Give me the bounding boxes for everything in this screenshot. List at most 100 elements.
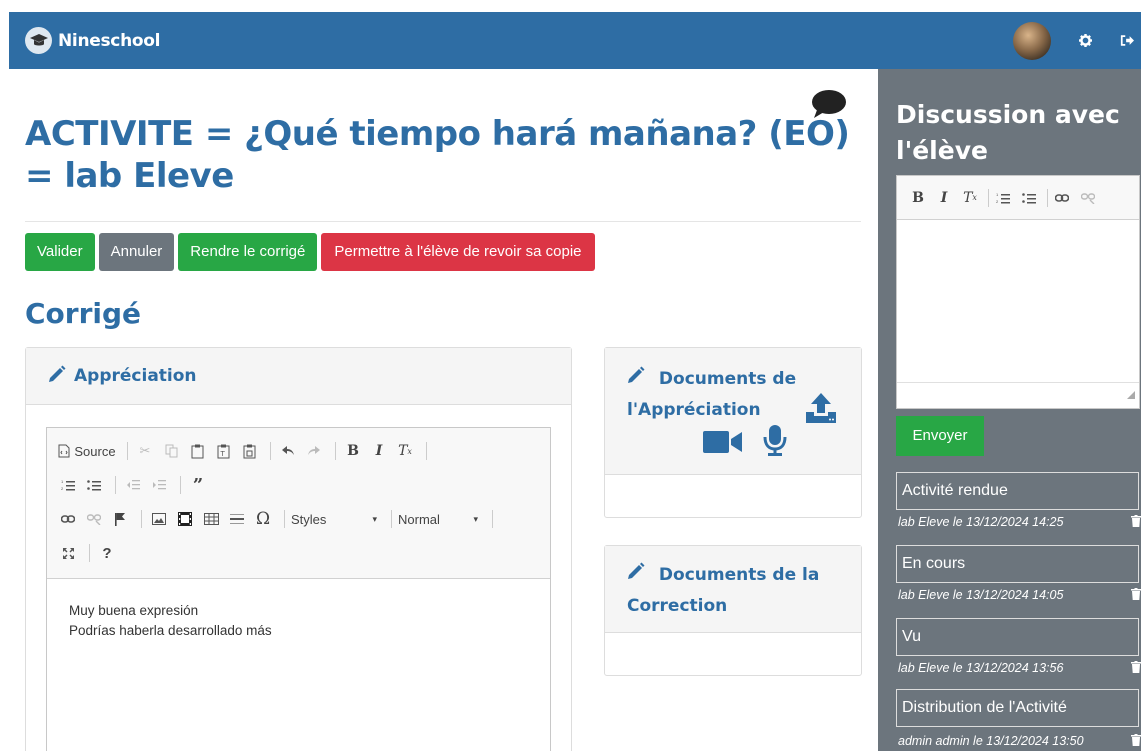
toolbar-separator	[180, 476, 181, 494]
correction-documents-card: Documents de la Correction	[604, 545, 862, 676]
upload-icon[interactable]	[805, 392, 837, 435]
trash-icon[interactable]	[1131, 661, 1141, 676]
resize-grip-icon[interactable]	[1127, 386, 1135, 404]
toolbar-separator	[141, 510, 142, 528]
editor-toolbar: Source ✂ T B I T x 1 2 ” Ω Styles ▾ Norm…	[47, 428, 550, 579]
paste-icon[interactable]	[186, 440, 208, 462]
link-icon[interactable]	[1051, 187, 1073, 209]
trash-icon[interactable]	[1131, 588, 1141, 603]
avatar[interactable]	[1013, 21, 1051, 60]
history-entry-label: Distribution de l'Activité	[896, 689, 1139, 727]
history-entry-meta-text: lab Eleve le 13/12/2024 14:05	[898, 588, 1064, 602]
pencil-icon	[627, 560, 645, 591]
format-label: Normal	[398, 511, 440, 527]
outdent-icon[interactable]	[122, 474, 144, 496]
cancel-button[interactable]: Annuler	[98, 233, 175, 271]
anchor-flag-icon[interactable]	[109, 508, 131, 530]
bold-icon[interactable]: B	[342, 440, 364, 462]
maximize-icon[interactable]	[57, 542, 79, 564]
format-dropdown[interactable]: Normal ▾	[398, 512, 478, 527]
bullet-list-icon[interactable]	[1018, 187, 1040, 209]
discussion-toolbar: B I Tx 12	[897, 176, 1139, 220]
page-edge	[0, 0, 9, 751]
history-entry-meta: lab Eleve le 13/12/2024 14:05	[898, 588, 1141, 602]
undo-icon[interactable]	[277, 440, 299, 462]
toolbar-separator	[492, 510, 493, 528]
toolbar-separator	[270, 442, 271, 460]
appreciation-title: Appréciation	[74, 366, 197, 386]
history-entry-meta: lab Eleve le 13/12/2024 13:56	[898, 661, 1141, 675]
allow-review-button[interactable]: Permettre à l'élève de revoir sa copie	[321, 233, 595, 271]
graduation-cap-icon	[25, 27, 52, 54]
history-entry-label: Activité rendue	[896, 472, 1139, 510]
help-icon[interactable]: ?	[96, 542, 118, 564]
appreciation-documents-card: Documents de l'Appréciation	[604, 347, 862, 518]
return-correction-button[interactable]: Rendre le corrigé	[178, 233, 318, 271]
special-char-icon[interactable]: Ω	[252, 508, 274, 530]
brand-name: Nineschool	[58, 30, 161, 51]
svg-text:2: 2	[61, 486, 64, 491]
unlink-icon[interactable]	[83, 508, 105, 530]
pencil-icon	[627, 364, 645, 395]
trash-icon[interactable]	[1131, 734, 1141, 749]
table-icon[interactable]	[200, 508, 222, 530]
source-button[interactable]: Source	[57, 440, 117, 462]
history-entry-meta-text: lab Eleve le 13/12/2024 13:56	[898, 661, 1064, 675]
appreciation-editor: Source ✂ T B I T x 1 2 ” Ω Styles ▾ Norm…	[46, 427, 551, 751]
unlink-icon[interactable]	[1077, 187, 1099, 209]
appreciation-documents-header: Documents de l'Appréciation	[605, 348, 861, 475]
bullet-list-icon[interactable]	[83, 474, 105, 496]
trash-icon[interactable]	[1131, 515, 1141, 530]
history-entry-label: En cours	[896, 545, 1139, 583]
history-entry-meta-text: admin admin le 13/12/2024 13:50	[898, 734, 1084, 748]
cut-icon[interactable]: ✂	[134, 440, 156, 462]
brand[interactable]: Nineschool	[25, 27, 160, 54]
validate-button[interactable]: Valider	[25, 233, 95, 271]
remove-format-icon[interactable]: Tx	[394, 440, 416, 462]
italic-icon[interactable]: I	[933, 187, 955, 209]
divider	[25, 221, 861, 222]
editor-content[interactable]: Muy buena expresión Podrías haberla desa…	[47, 579, 550, 663]
pencil-icon	[48, 365, 66, 388]
top-navbar: Nineschool	[9, 12, 1141, 69]
microphone-icon[interactable]	[763, 424, 787, 467]
video-camera-icon[interactable]	[703, 430, 743, 465]
svg-text:1: 1	[61, 479, 64, 484]
paste-word-icon[interactable]	[238, 440, 260, 462]
correction-documents-title: Documents de la Correction	[627, 565, 820, 616]
link-icon[interactable]	[57, 508, 79, 530]
correction-documents-header: Documents de la Correction	[605, 546, 861, 633]
svg-text:1: 1	[996, 192, 999, 197]
sign-out-icon[interactable]	[1119, 33, 1135, 49]
source-label: Source	[74, 443, 116, 459]
history-entry-meta-text: lab Eleve le 13/12/2024 14:25	[898, 515, 1064, 529]
numbered-list-icon[interactable]: 12	[57, 474, 79, 496]
svg-text:T: T	[219, 450, 225, 458]
italic-icon[interactable]: I	[368, 440, 390, 462]
history-entry-meta: admin admin le 13/12/2024 13:50	[898, 734, 1141, 748]
redo-icon[interactable]	[303, 440, 325, 462]
content-line: Muy buena expresión	[69, 603, 199, 618]
gear-icon[interactable]	[1077, 33, 1093, 49]
toolbar-separator	[335, 442, 336, 460]
remove-format-icon[interactable]: Tx	[959, 187, 981, 209]
copy-icon[interactable]	[160, 440, 182, 462]
toolbar-separator	[284, 510, 285, 528]
image-icon[interactable]	[148, 508, 170, 530]
toolbar-separator	[426, 442, 427, 460]
video-embed-icon[interactable]	[174, 508, 196, 530]
bold-icon[interactable]: B	[907, 187, 929, 209]
discussion-text-area[interactable]	[897, 220, 1139, 382]
svg-text:2: 2	[996, 199, 999, 204]
paste-text-icon[interactable]: T	[212, 440, 234, 462]
content-line: Podrías haberla desarrollado más	[69, 623, 272, 638]
toolbar-separator	[127, 442, 128, 460]
numbered-list-icon[interactable]: 12	[992, 187, 1014, 209]
horizontal-rule-icon[interactable]	[226, 508, 248, 530]
toolbar-separator	[988, 188, 989, 207]
styles-dropdown[interactable]: Styles ▾	[291, 512, 377, 527]
send-button[interactable]: Envoyer	[896, 416, 984, 456]
indent-icon[interactable]	[148, 474, 170, 496]
blockquote-icon[interactable]: ”	[187, 474, 209, 496]
section-title: Corrigé	[25, 297, 142, 330]
